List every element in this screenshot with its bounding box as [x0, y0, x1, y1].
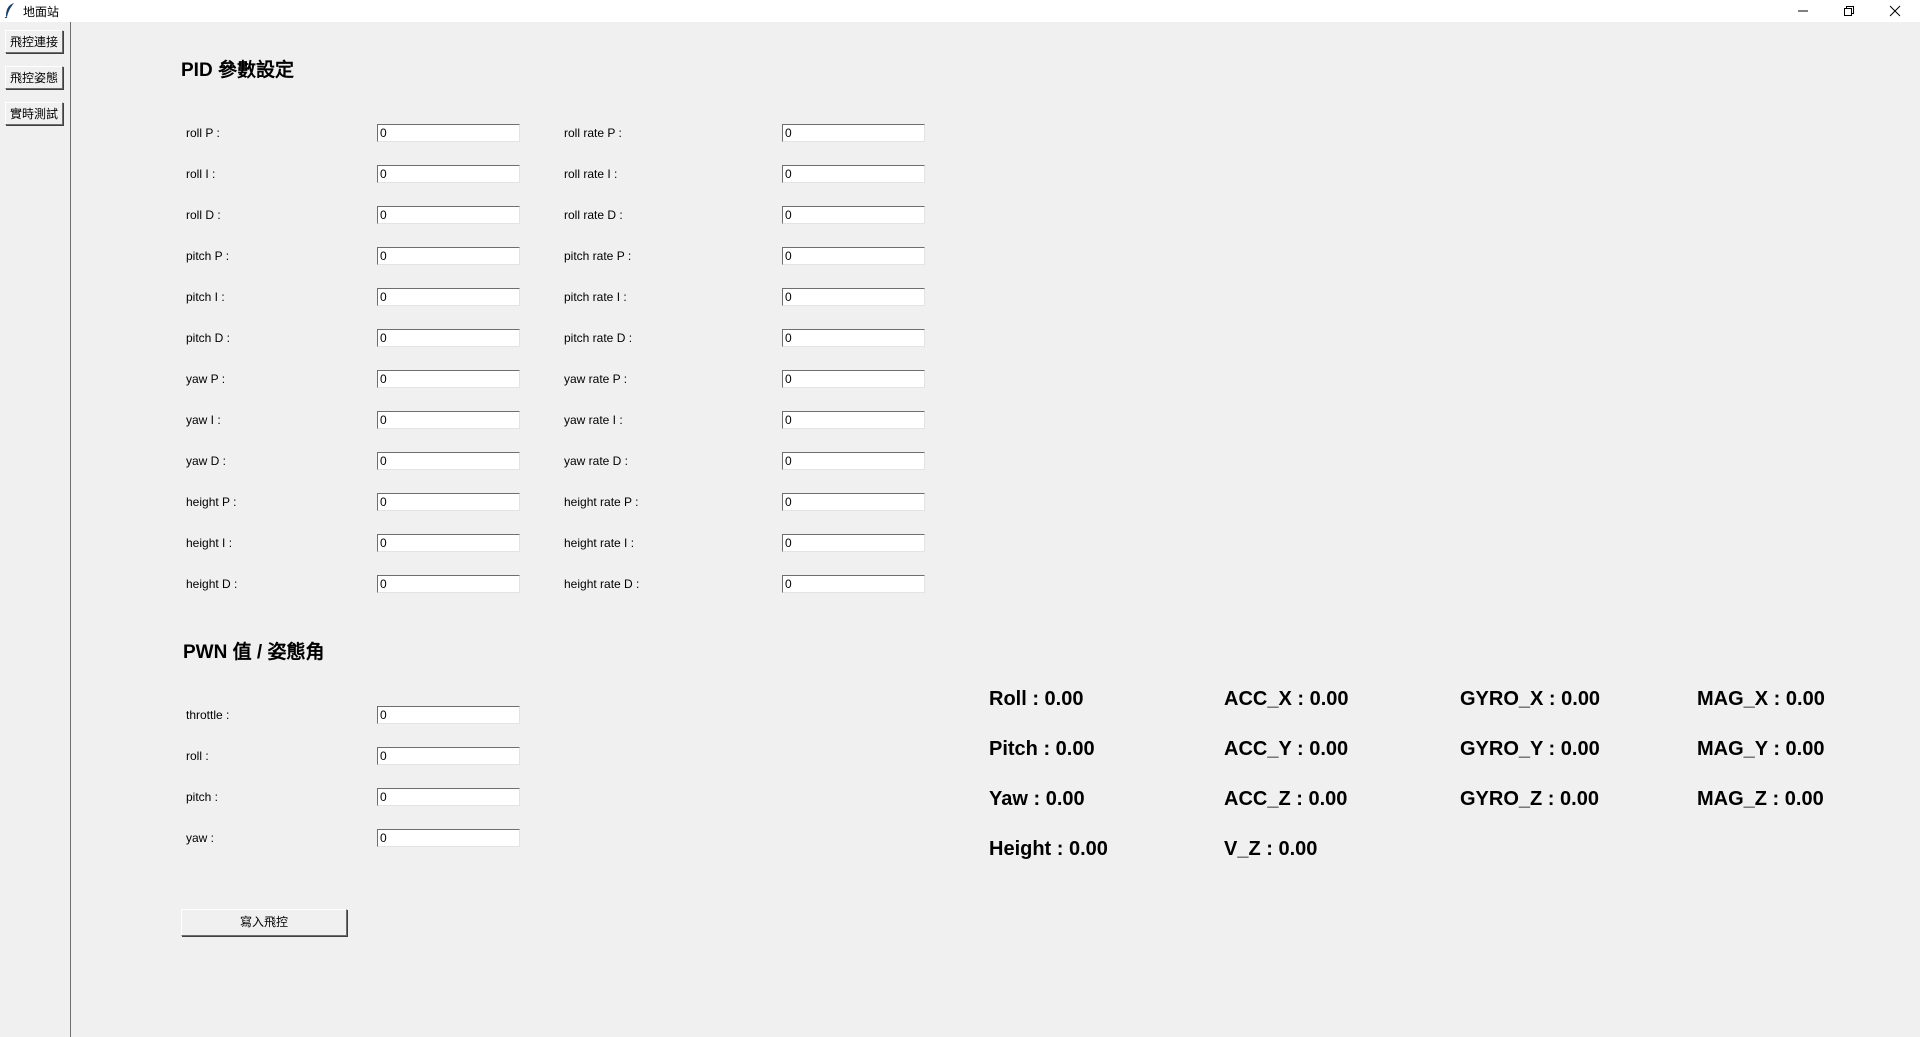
gyro-readout: GYRO_Z : 0.00	[1460, 788, 1599, 810]
pwm-label: throttle :	[186, 708, 230, 722]
acc-readout: ACC_Y : 0.00	[1224, 738, 1349, 760]
sidebar-item-fc-attitude[interactable]: 飛控姿態	[5, 66, 63, 89]
pid-param-label: roll I :	[186, 167, 216, 181]
pid-param-input[interactable]	[377, 124, 520, 142]
pid-param-input[interactable]	[377, 452, 520, 470]
feather-icon	[4, 2, 18, 19]
pwm-input[interactable]	[377, 747, 520, 765]
sidebar-item-fc-connect[interactable]: 飛控連接	[5, 30, 63, 53]
pid-param-label: roll P :	[186, 126, 220, 140]
pid-param-label: pitch P :	[186, 249, 230, 263]
pid-param-label: height I :	[186, 536, 233, 550]
restore-button[interactable]	[1826, 0, 1872, 22]
mag-readout: MAG_Z : 0.00	[1697, 788, 1824, 810]
pid-rate-param-label: yaw rate I :	[564, 413, 623, 427]
pid-param-label: yaw D :	[186, 454, 227, 468]
pid-param-input[interactable]	[377, 575, 520, 593]
pid-param-label: roll D :	[186, 208, 221, 222]
pwm-label: yaw :	[186, 831, 215, 845]
pid-param-label: yaw P :	[186, 372, 226, 386]
write-to-fc-button[interactable]: 寫入飛控	[181, 909, 347, 936]
pid-param-label: pitch I :	[186, 290, 225, 304]
pwm-input[interactable]	[377, 788, 520, 806]
attitude-readout: Pitch : 0.00	[989, 738, 1095, 760]
acc-readout: ACC_X : 0.00	[1224, 688, 1349, 710]
pid-rate-param-label: roll rate I :	[564, 167, 618, 181]
pid-rate-param-label: yaw rate D :	[564, 454, 629, 468]
acc-readout: ACC_Z : 0.00	[1224, 788, 1348, 810]
pwm-input[interactable]	[377, 829, 520, 847]
sidebar: 飛控連接 飛控姿態 實時測試	[0, 22, 71, 1037]
acc-readout: V_Z : 0.00	[1224, 838, 1318, 860]
minimize-button[interactable]	[1780, 0, 1826, 22]
pid-param-label: height D :	[186, 577, 238, 591]
gyro-readout: GYRO_Y : 0.00	[1460, 738, 1600, 760]
pid-rate-param-input[interactable]	[782, 165, 925, 183]
pid-param-label: yaw I :	[186, 413, 221, 427]
mag-readout: MAG_X : 0.00	[1697, 688, 1825, 710]
pid-rate-param-input[interactable]	[782, 493, 925, 511]
close-icon	[1889, 5, 1901, 17]
attitude-readout: Yaw : 0.00	[989, 788, 1085, 810]
pid-rate-param-label: roll rate P :	[564, 126, 622, 140]
pid-param-input[interactable]	[377, 493, 520, 511]
pid-rate-param-input[interactable]	[782, 534, 925, 552]
restore-icon	[1844, 6, 1854, 16]
window-title: 地面站	[23, 5, 60, 19]
pid-rate-param-label: height rate D :	[564, 577, 640, 591]
pid-rate-param-label: yaw rate P :	[564, 372, 628, 386]
pid-rate-param-input[interactable]	[782, 411, 925, 429]
pid-section-title: PID 參數設定	[181, 60, 294, 81]
pid-param-input[interactable]	[377, 206, 520, 224]
pid-rate-param-label: height rate I :	[564, 536, 635, 550]
pid-param-input[interactable]	[377, 247, 520, 265]
pid-param-label: height P :	[186, 495, 237, 509]
pwm-section-title: PWN 值 / 姿態角	[183, 642, 325, 663]
title-bar: 地面站	[0, 0, 1920, 22]
sidebar-item-realtime-test[interactable]: 實時測試	[5, 102, 63, 125]
pid-param-input[interactable]	[377, 329, 520, 347]
pid-rate-param-input[interactable]	[782, 124, 925, 142]
pid-param-input[interactable]	[377, 288, 520, 306]
pid-rate-param-input[interactable]	[782, 452, 925, 470]
gyro-readout: GYRO_X : 0.00	[1460, 688, 1601, 710]
pid-rate-param-input[interactable]	[782, 288, 925, 306]
pid-param-input[interactable]	[377, 411, 520, 429]
pwm-label: pitch :	[186, 790, 219, 804]
pid-rate-param-input[interactable]	[782, 247, 925, 265]
mag-readout: MAG_Y : 0.00	[1697, 738, 1825, 760]
minimize-icon	[1798, 10, 1808, 12]
pid-param-input[interactable]	[377, 370, 520, 388]
pid-rate-param-input[interactable]	[782, 575, 925, 593]
attitude-readout: Height : 0.00	[989, 838, 1108, 860]
pwm-input[interactable]	[377, 706, 520, 724]
attitude-readout: Roll : 0.00	[989, 688, 1084, 710]
pid-param-input[interactable]	[377, 165, 520, 183]
pid-rate-param-label: pitch rate I :	[564, 290, 627, 304]
pwm-label: roll :	[186, 749, 209, 763]
pid-rate-param-label: roll rate D :	[564, 208, 623, 222]
pid-rate-param-input[interactable]	[782, 370, 925, 388]
close-button[interactable]	[1872, 0, 1918, 22]
pid-rate-param-input[interactable]	[782, 329, 925, 347]
pid-rate-param-input[interactable]	[782, 206, 925, 224]
pid-rate-param-label: pitch rate P :	[564, 249, 632, 263]
pid-rate-param-label: pitch rate D :	[564, 331, 633, 345]
pid-param-label: pitch D :	[186, 331, 231, 345]
pid-param-input[interactable]	[377, 534, 520, 552]
pid-rate-param-label: height rate P :	[564, 495, 639, 509]
